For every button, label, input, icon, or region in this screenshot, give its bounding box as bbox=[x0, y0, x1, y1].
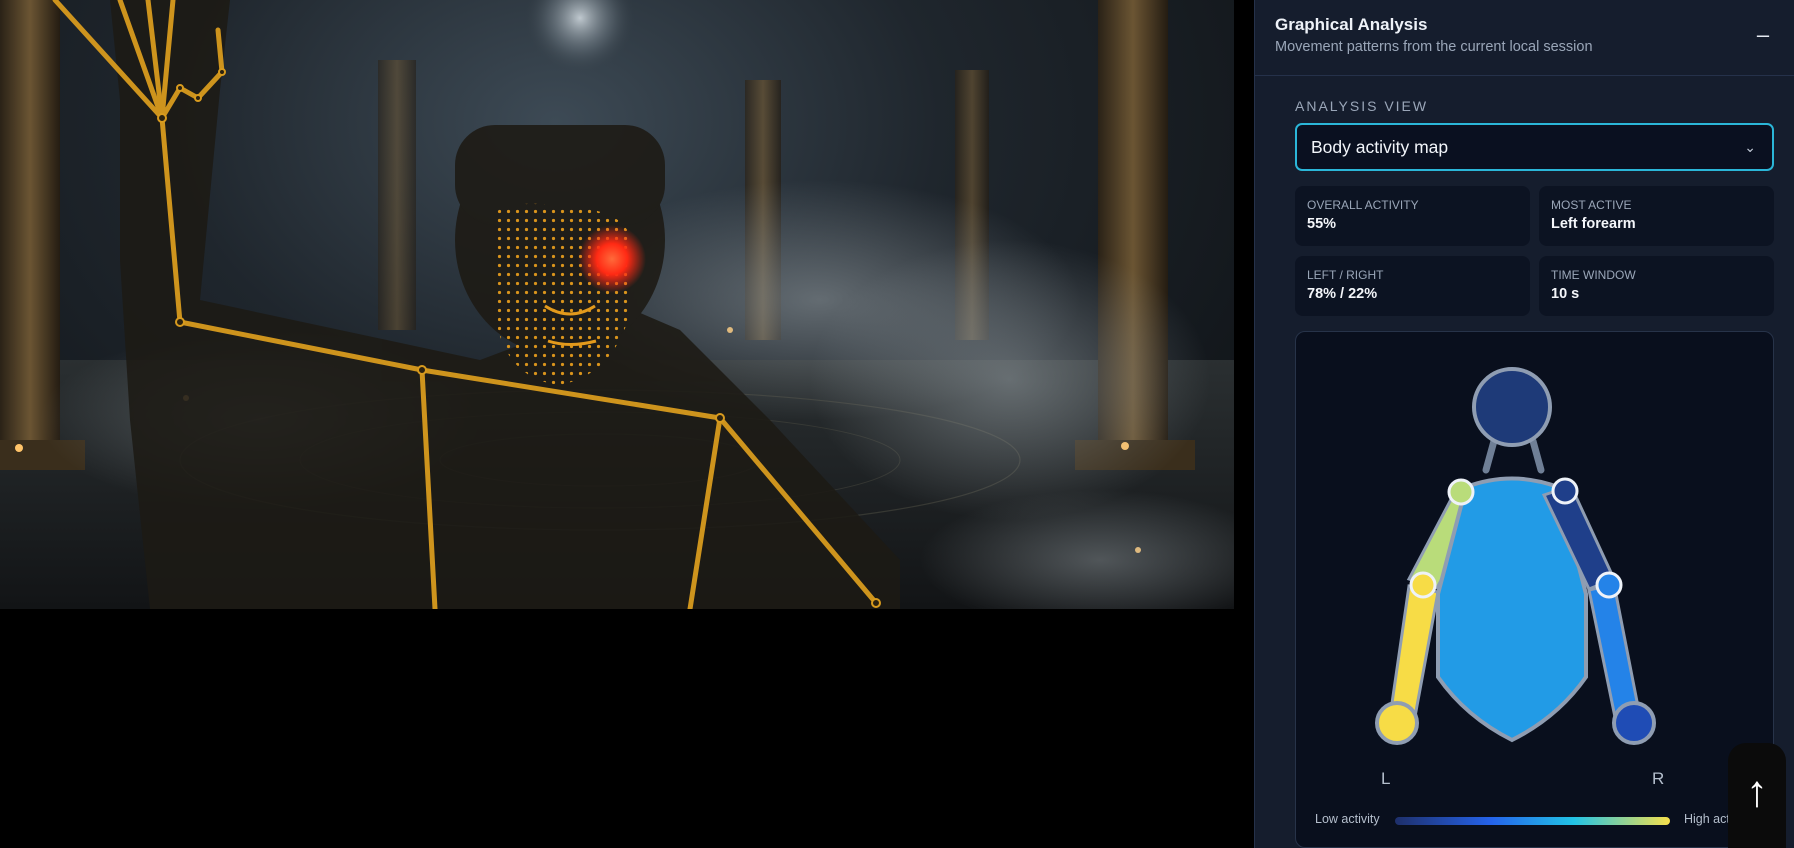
body-head bbox=[1472, 367, 1552, 447]
left-elbow-joint bbox=[1409, 571, 1437, 599]
stat-card-most-active: MOST ACTIVE Left forearm bbox=[1539, 186, 1774, 246]
moon-light bbox=[525, 0, 635, 73]
neck-right bbox=[1529, 437, 1545, 474]
neck-left bbox=[1482, 437, 1498, 474]
stat-card-time-window: TIME WINDOW 10 s bbox=[1539, 256, 1774, 316]
stat-label: OVERALL ACTIVITY bbox=[1307, 198, 1419, 212]
body-right-hand bbox=[1612, 701, 1656, 745]
camera-scene bbox=[0, 0, 1234, 609]
pillar-mid-left bbox=[378, 60, 416, 330]
collapse-button[interactable]: – bbox=[1752, 24, 1774, 46]
header-divider bbox=[1255, 75, 1794, 76]
stat-card-left-right: LEFT / RIGHT 78% / 22% bbox=[1295, 256, 1530, 316]
stat-label: TIME WINDOW bbox=[1551, 268, 1636, 282]
chevron-down-icon: ⌄ bbox=[1744, 139, 1756, 155]
analysis-view-label: ANALYSIS VIEW bbox=[1295, 98, 1429, 114]
stat-card-overall-activity: OVERALL ACTIVITY 55% bbox=[1295, 186, 1530, 246]
right-side-label: R bbox=[1652, 769, 1664, 788]
arrow-up-icon: ↑ bbox=[1746, 767, 1768, 816]
stat-value: 78% / 22% bbox=[1307, 286, 1378, 302]
right-elbow-joint bbox=[1595, 571, 1623, 599]
analysis-view-select[interactable]: Body activity map ⌄ bbox=[1295, 123, 1774, 171]
stat-value: 55% bbox=[1307, 216, 1337, 232]
body-left-hand bbox=[1375, 701, 1419, 745]
stat-value: Left forearm bbox=[1551, 216, 1636, 232]
empty-canvas-area bbox=[0, 609, 1254, 848]
right-shoulder-joint bbox=[1551, 477, 1579, 505]
stat-value: 10 s bbox=[1551, 286, 1580, 302]
analysis-view-selected: Body activity map bbox=[1311, 137, 1449, 157]
left-shoulder-joint bbox=[1447, 478, 1475, 506]
pillar-left bbox=[0, 0, 60, 460]
scroll-to-top-button[interactable]: ↑ bbox=[1728, 743, 1786, 848]
stat-label: LEFT / RIGHT bbox=[1307, 268, 1384, 282]
left-side-label: L bbox=[1381, 769, 1390, 788]
stat-label: MOST ACTIVE bbox=[1551, 198, 1632, 212]
panel-subtitle: Movement patterns from the current local… bbox=[1275, 39, 1593, 55]
legend-low-label: Low activity bbox=[1315, 812, 1380, 826]
panel-header: Graphical Analysis Movement patterns fro… bbox=[1275, 14, 1774, 64]
panel-title: Graphical Analysis bbox=[1275, 15, 1428, 34]
body-map-figure: L R bbox=[1375, 367, 1664, 788]
camera-preview bbox=[0, 0, 1234, 609]
eye-glow bbox=[578, 225, 646, 293]
activity-legend-gradient bbox=[1395, 817, 1670, 825]
body-activity-map: L R bbox=[1295, 331, 1774, 848]
